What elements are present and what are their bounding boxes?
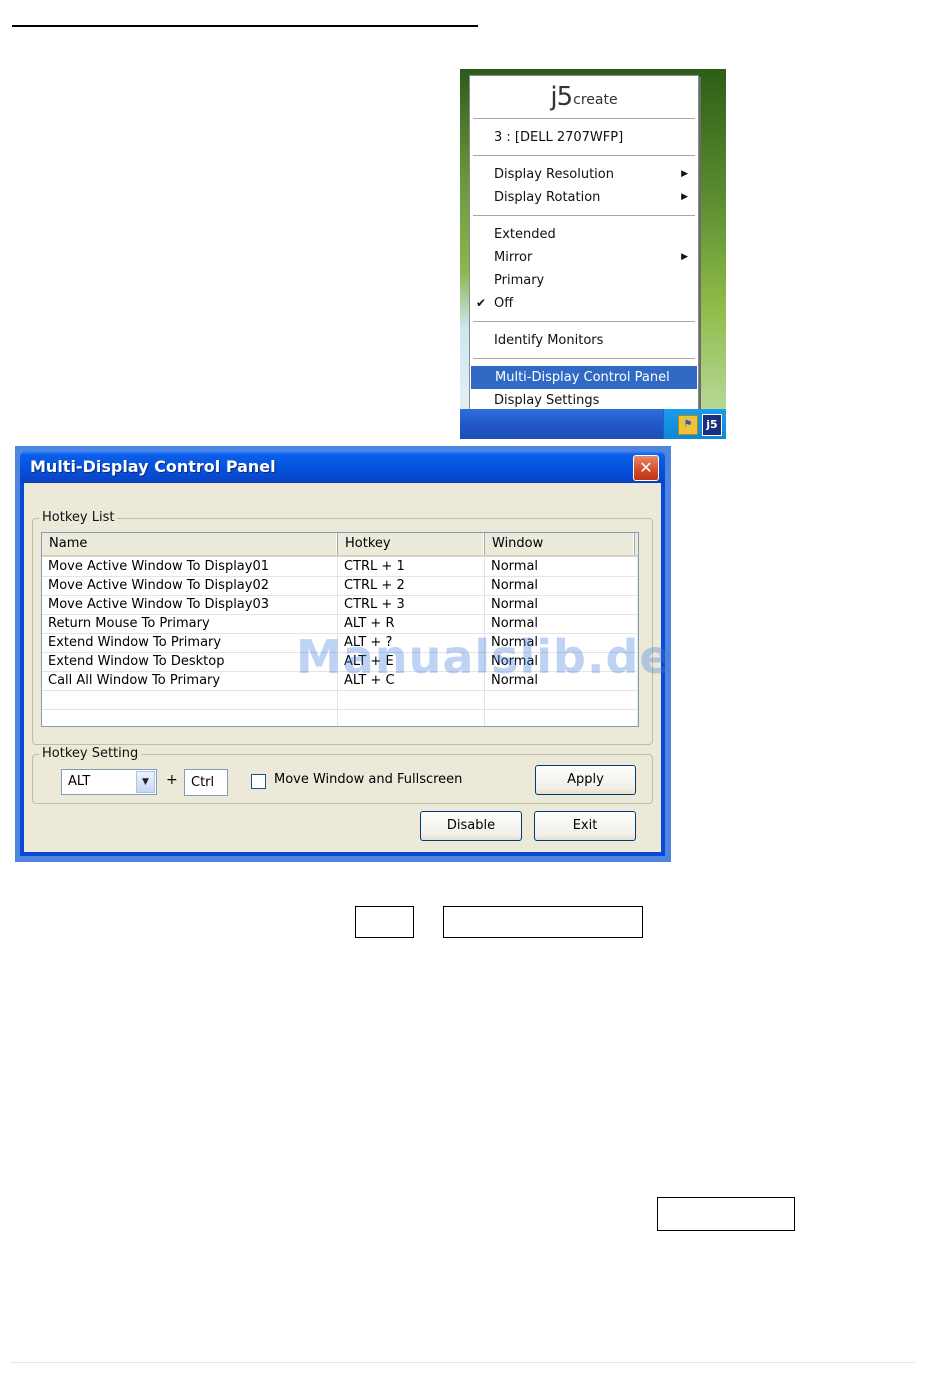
hotkey-list[interactable]: Name Hotkey Window Move Active Window To…: [41, 532, 639, 727]
table-row[interactable]: Move Active Window To Display03 CTRL + 3N…: [42, 595, 638, 615]
table-row[interactable]: Return Mouse To Primary ALT + R Normal: [42, 614, 638, 634]
menu-item-label: 3 : [DELL 2707WFP]: [494, 130, 624, 145]
cell-name: [42, 709, 338, 726]
system-tray: ⚑ j5: [663, 409, 726, 439]
menu-item-monitor[interactable]: 3 : [DELL 2707WFP]: [470, 126, 698, 149]
menu-item-extended[interactable]: Extended: [470, 223, 698, 246]
cell-window: Normal: [485, 652, 638, 671]
column-header-hotkey[interactable]: Hotkey: [338, 533, 485, 555]
menu-item-label: Extended: [494, 227, 556, 242]
cell-hotkey: CTRL + 3: [338, 595, 485, 614]
table-row[interactable]: Extend Window To Primary ALT + ? Normal: [42, 633, 638, 653]
tray-context-menu: j5 create 3 : [DELL 2707WFP] Display Reso…: [469, 75, 699, 411]
menu-item-identify-monitors[interactable]: Identify Monitors: [470, 329, 698, 352]
title-bar[interactable]: Multi-Display Control Panel ✕: [20, 451, 665, 483]
fullscreen-checkbox[interactable]: [251, 774, 266, 789]
j5create-logo: j5 create: [470, 76, 698, 118]
menu-item-label: Identify Monitors: [494, 333, 604, 348]
cell-window: [485, 690, 638, 709]
menu-item-label: Mirror: [494, 250, 533, 265]
menu-item-label: Display Rotation: [494, 190, 601, 205]
dialog-client-area: Hotkey List Name Hotkey Window Move Acti…: [24, 483, 671, 852]
menu-item-label: Off: [494, 296, 514, 311]
column-header-window[interactable]: Window: [485, 533, 635, 555]
cell-name: Move Active Window To Display01: [42, 557, 338, 576]
plus-sign: +: [166, 772, 178, 788]
table-row[interactable]: Move Active Window To Display02 CTRL + 2N…: [42, 576, 638, 596]
cell-name: Move Active Window To Display03: [42, 595, 338, 614]
menu-item-label: Primary: [494, 273, 545, 288]
table-row[interactable]: Call All Window To Primary ALT + C Normal: [42, 671, 638, 691]
disable-button[interactable]: Disable: [420, 811, 522, 841]
cell-name: Call All Window To Primary: [42, 671, 338, 690]
cell-hotkey: [338, 690, 485, 709]
menu-item-mirror[interactable]: Mirror ▶: [470, 246, 698, 269]
menu-item-label: Display Settings: [494, 393, 600, 408]
close-button[interactable]: ✕: [633, 455, 659, 481]
menu-item-label: Display Resolution: [494, 167, 614, 182]
chevron-down-icon[interactable]: ▼: [136, 771, 155, 793]
taskbar: ⚑ j5: [460, 409, 726, 439]
hotkey-list-title: Hotkey List: [39, 510, 118, 525]
table-row[interactable]: [42, 690, 638, 710]
cell-window: Normal: [485, 614, 638, 633]
tray-menu-screenshot: j5 create 3 : [DELL 2707WFP] Display Reso…: [460, 69, 726, 439]
fullscreen-checkbox-label[interactable]: Move Window and Fullscreen: [274, 772, 462, 787]
menu-item-off[interactable]: ✔ Off: [470, 292, 698, 315]
desktop-wallpaper: [696, 69, 726, 409]
cell-hotkey: ALT + C: [338, 671, 485, 690]
empty-box-small: [355, 906, 414, 938]
cell-window: Normal: [485, 576, 638, 595]
j5-tray-icon[interactable]: j5: [702, 414, 722, 436]
menu-item-control-panel[interactable]: Multi-Display Control Panel: [471, 366, 697, 389]
windows-tray-icon[interactable]: ⚑: [678, 415, 698, 435]
menu-item-label: Multi-Display Control Panel: [495, 370, 670, 385]
cell-name: [42, 690, 338, 709]
submenu-arrow-icon: ▶: [681, 192, 688, 202]
checkmark-icon: ✔: [476, 296, 487, 310]
cell-name: Move Active Window To Display02: [42, 576, 338, 595]
table-row[interactable]: [42, 709, 638, 726]
key-field[interactable]: Ctrl: [184, 769, 228, 796]
empty-box-right: [657, 1197, 795, 1231]
cell-hotkey: [338, 709, 485, 726]
footer-rule: [10, 1362, 915, 1363]
exit-button[interactable]: Exit: [534, 811, 636, 841]
cell-window: [485, 709, 638, 726]
dialog-screenshot: Multi-Display Control Panel ✕ Hotkey Lis…: [15, 446, 671, 862]
cell-hotkey: ALT + R: [338, 614, 485, 633]
modifier-value: ALT: [68, 774, 91, 789]
header-rule: [12, 25, 478, 27]
table-row[interactable]: Extend Window To Desktop ALT + E Normal: [42, 652, 638, 672]
column-header-name[interactable]: Name: [42, 533, 338, 555]
cell-hotkey: ALT + E: [338, 652, 485, 671]
menu-item-display-resolution[interactable]: Display Resolution ▶: [470, 163, 698, 186]
empty-box-wide: [443, 906, 643, 938]
control-panel-window: Multi-Display Control Panel ✕ Hotkey Lis…: [20, 451, 671, 856]
cell-hotkey: ALT + ?: [338, 633, 485, 652]
cell-window: Normal: [485, 671, 638, 690]
submenu-arrow-icon: ▶: [681, 252, 688, 262]
cell-hotkey: CTRL + 1: [338, 557, 485, 576]
cell-name: Extend Window To Primary: [42, 633, 338, 652]
window-title: Multi-Display Control Panel: [30, 457, 276, 476]
cell-name: Extend Window To Desktop: [42, 652, 338, 671]
apply-button[interactable]: Apply: [535, 765, 636, 795]
close-icon: ✕: [639, 458, 653, 477]
modifier-select[interactable]: ALT ▼: [61, 769, 157, 795]
cell-hotkey: CTRL + 2: [338, 576, 485, 595]
list-header: Name Hotkey Window: [42, 533, 638, 557]
logo-j5-text: j5: [550, 82, 573, 112]
menu-item-display-rotation[interactable]: Display Rotation ▶: [470, 186, 698, 209]
cell-window: Normal: [485, 557, 638, 576]
cell-window: Normal: [485, 595, 638, 614]
cell-window: Normal: [485, 633, 638, 652]
hotkey-setting-title: Hotkey Setting: [39, 746, 142, 761]
cell-name: Return Mouse To Primary: [42, 614, 338, 633]
table-row[interactable]: Move Active Window To Display01 CTRL + 1N…: [42, 557, 638, 577]
logo-create-text: create: [573, 92, 618, 108]
submenu-arrow-icon: ▶: [681, 169, 688, 179]
menu-item-primary[interactable]: Primary: [470, 269, 698, 292]
